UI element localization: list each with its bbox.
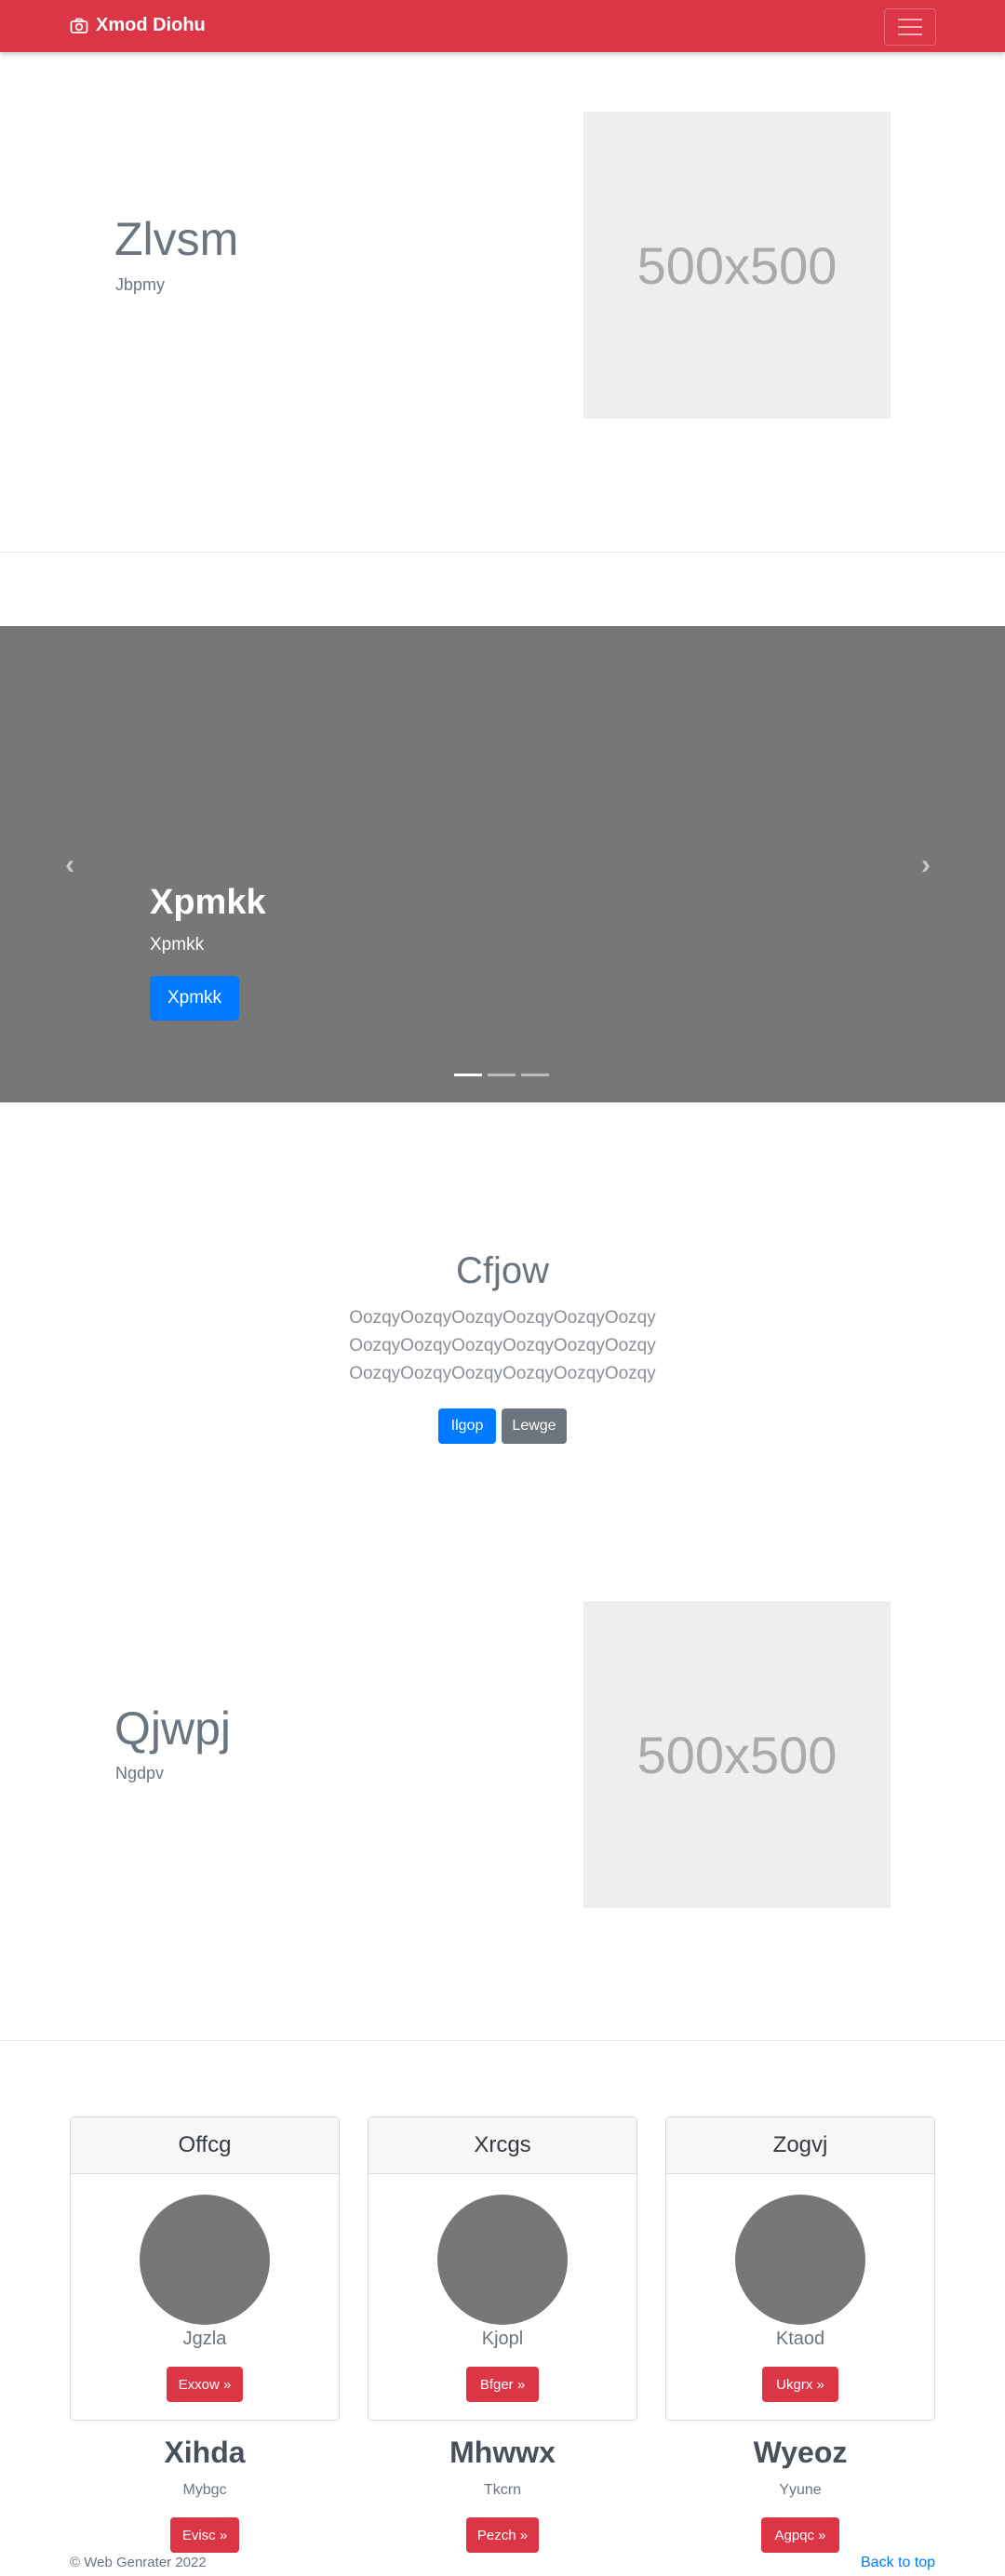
avatar (735, 2195, 865, 2325)
center-button-group: Ilgop Lewge (0, 1408, 1005, 1444)
feature2-subtitle: Ngdpv (115, 1764, 165, 1782)
center-title: Cfjow (455, 1250, 550, 1291)
chevron-left-icon[interactable]: ‹ (65, 849, 74, 881)
carousel-text: Xpmkk (150, 935, 205, 954)
navbar-toggle-button[interactable] (884, 8, 936, 46)
carousel-indicator[interactable] (488, 1074, 516, 1076)
card-button[interactable]: Bfger » (466, 2367, 539, 2402)
card-header: Offcg (71, 2117, 339, 2174)
image-size-label: 500x500 (636, 235, 838, 295)
center-text-line: OozqyOozqyOozqyOozqyOozqyOozqy (349, 1364, 656, 1383)
card-name: Jgzla (182, 2329, 227, 2349)
navbar-brand[interactable]: Xmod Diohu (70, 15, 206, 36)
chevron-right-icon[interactable]: › (921, 849, 931, 881)
hero-carousel: ‹ › Xpmkk Xpmkk Xpmkk (0, 626, 1005, 1102)
brand-name: Xmod Diohu (96, 15, 206, 35)
column-button[interactable]: Evisc » (170, 2517, 239, 2553)
avatar (437, 2195, 568, 2325)
column-button[interactable]: Pezch » (466, 2517, 539, 2553)
profile-card: Xrcgs Kjopl Bfger » (368, 2116, 637, 2421)
feature1-image-placeholder: 500x500 (583, 112, 891, 419)
center-text-line: OozqyOozqyOozqyOozqyOozqyOozqy (349, 1336, 656, 1355)
column-subtitle: Tkcrn (484, 2482, 521, 2498)
card-header: Zogvj (666, 2117, 934, 2174)
footer-copyright: © Web Genrater 2022 (70, 2555, 207, 2570)
carousel-title: Xpmkk (150, 883, 266, 922)
divider (0, 552, 1005, 553)
feature1-title: Zlvsm (114, 213, 239, 265)
center-text-line: OozqyOozqyOozqyOozqyOozqyOozqy (349, 1308, 656, 1328)
feature1-subtitle: Jbpmy (115, 275, 166, 294)
card-name: Kjopl (481, 2329, 524, 2349)
column-subtitle: Mybgc (182, 2482, 227, 2498)
card-button[interactable]: Exxow » (167, 2367, 243, 2402)
card-name: Ktaod (775, 2329, 825, 2349)
divider (0, 2040, 1005, 2041)
image-size-label: 500x500 (636, 1725, 838, 1784)
feature2-image-placeholder: 500x500 (583, 1601, 891, 1908)
column-button[interactable]: Agpqc » (761, 2517, 839, 2553)
card-header: Xrcgs (368, 2117, 636, 2174)
top-navbar: Xmod Diohu (0, 0, 1005, 52)
carousel-indicator[interactable] (454, 1074, 482, 1076)
hamburger-icon (898, 19, 922, 20)
carousel-button[interactable]: Xpmkk (150, 976, 239, 1021)
camera-icon (70, 18, 88, 33)
card-button[interactable]: Ukgrx » (762, 2367, 838, 2402)
feature2-title: Qjwpj (114, 1702, 232, 1755)
profile-card: Zogvj Ktaod Ukgrx » (665, 2116, 935, 2421)
carousel-indicators (454, 1074, 549, 1076)
column-title: Xihda (164, 2436, 246, 2469)
primary-button[interactable]: Ilgop (438, 1408, 496, 1444)
secondary-button[interactable]: Lewge (502, 1408, 567, 1444)
center-text: OozqyOozqyOozqyOozqyOozqyOozqy OozqyOozq… (0, 1304, 1005, 1388)
column-title: Wyeoz (753, 2436, 848, 2469)
back-to-top-link[interactable]: Back to top (861, 2555, 935, 2571)
avatar (140, 2195, 270, 2325)
column-title: Mhwwx (449, 2436, 556, 2469)
column-subtitle: Yyune (779, 2482, 822, 2498)
profile-card: Offcg Jgzla Exxow » (70, 2116, 340, 2421)
carousel-indicator[interactable] (521, 1074, 549, 1076)
